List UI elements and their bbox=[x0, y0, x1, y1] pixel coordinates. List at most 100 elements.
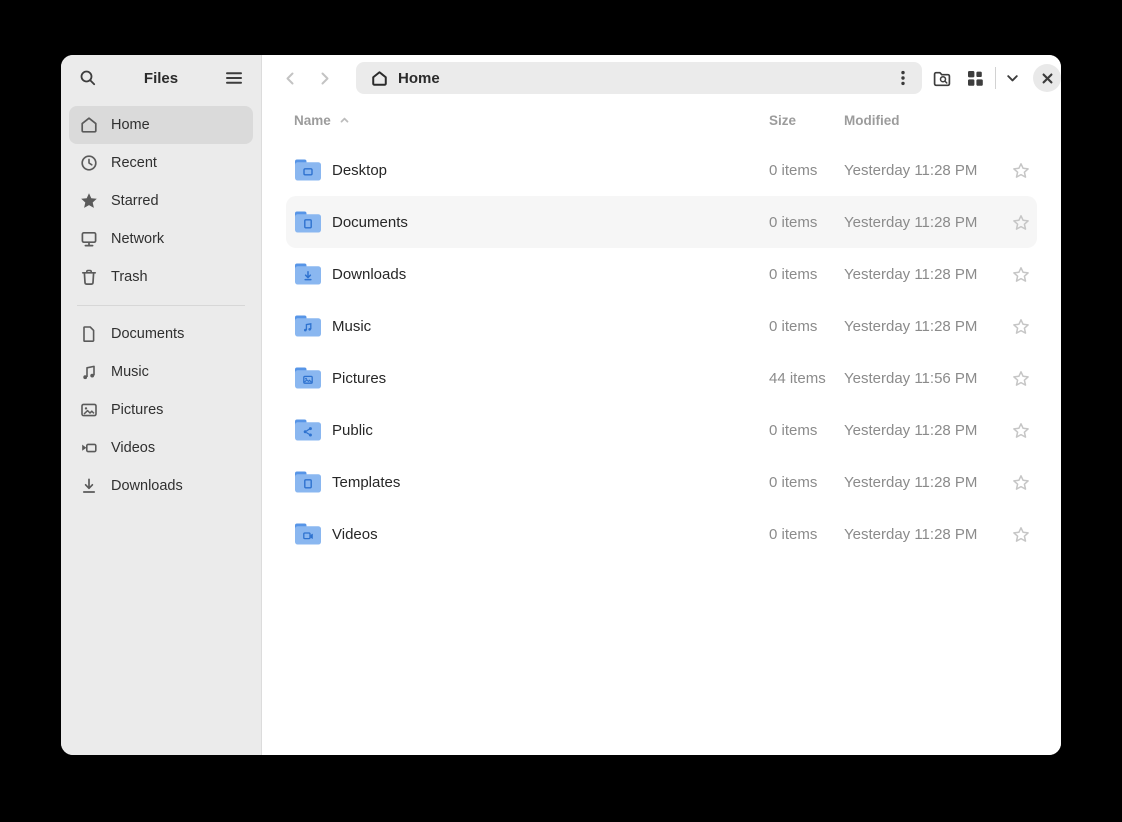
current-location-label: Home bbox=[398, 70, 888, 87]
forward-chevron-icon bbox=[315, 69, 334, 88]
file-size: 0 items bbox=[769, 526, 844, 543]
picture-icon bbox=[79, 400, 99, 420]
file-size: 0 items bbox=[769, 318, 844, 335]
hamburger-menu-icon bbox=[224, 68, 244, 88]
sidebar-item-pictures[interactable]: Pictures bbox=[69, 391, 253, 429]
sort-ascending-icon bbox=[337, 113, 352, 128]
view-options-button[interactable] bbox=[999, 61, 1025, 95]
star-toggle[interactable] bbox=[1004, 266, 1037, 283]
header-bar: Home bbox=[262, 55, 1061, 101]
file-name: Documents bbox=[332, 214, 408, 231]
folder-icon bbox=[294, 210, 322, 234]
sidebar-item-label: Documents bbox=[111, 326, 184, 342]
grid-view-icon bbox=[965, 68, 985, 88]
star-outline-icon bbox=[1012, 214, 1030, 231]
sidebar-item-label: Starred bbox=[111, 193, 159, 209]
star-toggle[interactable] bbox=[1004, 162, 1037, 179]
file-size: 0 items bbox=[769, 162, 844, 179]
sidebar-item-label: Network bbox=[111, 231, 164, 247]
main-menu-button[interactable] bbox=[217, 61, 251, 95]
sidebar-item-home[interactable]: Home bbox=[69, 106, 253, 144]
sidebar-item-music[interactable]: Music bbox=[69, 353, 253, 391]
file-name: Templates bbox=[332, 474, 400, 491]
file-row-public[interactable]: Public 0 items Yesterday 11:28 PM bbox=[286, 404, 1037, 456]
file-name: Downloads bbox=[332, 266, 406, 283]
star-outline-icon bbox=[1012, 474, 1030, 491]
split-button-separator bbox=[995, 67, 996, 89]
search-button[interactable] bbox=[71, 61, 105, 95]
file-modified: Yesterday 11:28 PM bbox=[844, 266, 1004, 283]
sidebar-item-label: Music bbox=[111, 364, 149, 380]
sidebar-item-label: Trash bbox=[111, 269, 148, 285]
file-row-desktop[interactable]: Desktop 0 items Yesterday 11:28 PM bbox=[286, 144, 1037, 196]
star-toggle[interactable] bbox=[1004, 370, 1037, 387]
trash-icon bbox=[79, 267, 99, 287]
sidebar-item-trash[interactable]: Trash bbox=[69, 258, 253, 296]
window-close-button[interactable] bbox=[1033, 64, 1061, 92]
star-toggle[interactable] bbox=[1004, 422, 1037, 439]
star-outline-icon bbox=[1012, 422, 1030, 439]
search-icon bbox=[78, 68, 98, 88]
file-row-pictures[interactable]: Pictures 44 items Yesterday 11:56 PM bbox=[286, 352, 1037, 404]
sidebar-item-starred[interactable]: Starred bbox=[69, 182, 253, 220]
file-name: Public bbox=[332, 422, 373, 439]
folder-icon bbox=[294, 158, 322, 182]
folder-icon bbox=[294, 418, 322, 442]
file-name: Pictures bbox=[332, 370, 386, 387]
sidebar-item-recent[interactable]: Recent bbox=[69, 144, 253, 182]
sidebar-item-documents[interactable]: Documents bbox=[69, 315, 253, 353]
folder-icon bbox=[294, 366, 322, 390]
column-header-name[interactable]: Name bbox=[286, 113, 769, 128]
file-row-music[interactable]: Music 0 items Yesterday 11:28 PM bbox=[286, 300, 1037, 352]
music-note-icon bbox=[79, 362, 99, 382]
video-camera-icon bbox=[79, 438, 99, 458]
star-toggle[interactable] bbox=[1004, 214, 1037, 231]
files-window: Files Home Recent Starred Network bbox=[61, 55, 1061, 755]
file-modified: Yesterday 11:28 PM bbox=[844, 214, 1004, 231]
file-size: 0 items bbox=[769, 266, 844, 283]
star-outline-icon bbox=[1012, 266, 1030, 283]
star-outline-icon bbox=[1012, 526, 1030, 543]
file-size: 0 items bbox=[769, 422, 844, 439]
file-name: Desktop bbox=[332, 162, 387, 179]
document-icon bbox=[79, 324, 99, 344]
star-toggle[interactable] bbox=[1004, 318, 1037, 335]
back-button[interactable] bbox=[274, 62, 306, 94]
star-icon bbox=[79, 191, 99, 211]
column-header-modified[interactable]: Modified bbox=[844, 113, 1004, 128]
star-toggle[interactable] bbox=[1004, 526, 1037, 543]
column-header-size[interactable]: Size bbox=[769, 113, 844, 128]
forward-button[interactable] bbox=[308, 62, 340, 94]
file-modified: Yesterday 11:28 PM bbox=[844, 474, 1004, 491]
file-row-templates[interactable]: Templates 0 items Yesterday 11:28 PM bbox=[286, 456, 1037, 508]
file-modified: Yesterday 11:28 PM bbox=[844, 526, 1004, 543]
sidebar-item-network[interactable]: Network bbox=[69, 220, 253, 258]
sidebar-item-downloads[interactable]: Downloads bbox=[69, 467, 253, 505]
star-toggle[interactable] bbox=[1004, 474, 1037, 491]
sidebar-item-videos[interactable]: Videos bbox=[69, 429, 253, 467]
star-outline-icon bbox=[1012, 370, 1030, 387]
file-row-downloads[interactable]: Downloads 0 items Yesterday 11:28 PM bbox=[286, 248, 1037, 300]
path-bar[interactable]: Home bbox=[356, 62, 922, 94]
location-menu-button[interactable] bbox=[888, 64, 918, 92]
file-list: Desktop 0 items Yesterday 11:28 PM Docum… bbox=[262, 144, 1061, 755]
folder-icon bbox=[294, 262, 322, 286]
star-outline-icon bbox=[1012, 318, 1030, 335]
back-chevron-icon bbox=[281, 69, 300, 88]
file-modified: Yesterday 11:56 PM bbox=[844, 370, 1004, 387]
file-row-videos[interactable]: Videos 0 items Yesterday 11:28 PM bbox=[286, 508, 1037, 560]
file-row-documents[interactable]: Documents 0 items Yesterday 11:28 PM bbox=[286, 196, 1037, 248]
download-icon bbox=[79, 476, 99, 496]
sidebar-item-label: Home bbox=[111, 117, 150, 133]
sidebar-item-label: Pictures bbox=[111, 402, 163, 418]
column-name-label: Name bbox=[294, 113, 331, 128]
sidebar-places-bottom: Documents Music Pictures Videos Download… bbox=[61, 315, 261, 505]
close-icon bbox=[1038, 69, 1057, 88]
header-actions bbox=[924, 61, 1061, 95]
sidebar-item-label: Recent bbox=[111, 155, 157, 171]
sidebar: Files Home Recent Starred Network bbox=[61, 55, 262, 755]
search-everywhere-button[interactable] bbox=[924, 61, 958, 95]
file-modified: Yesterday 11:28 PM bbox=[844, 318, 1004, 335]
grid-view-button[interactable] bbox=[958, 61, 992, 95]
main-pane: Home bbox=[262, 55, 1061, 755]
